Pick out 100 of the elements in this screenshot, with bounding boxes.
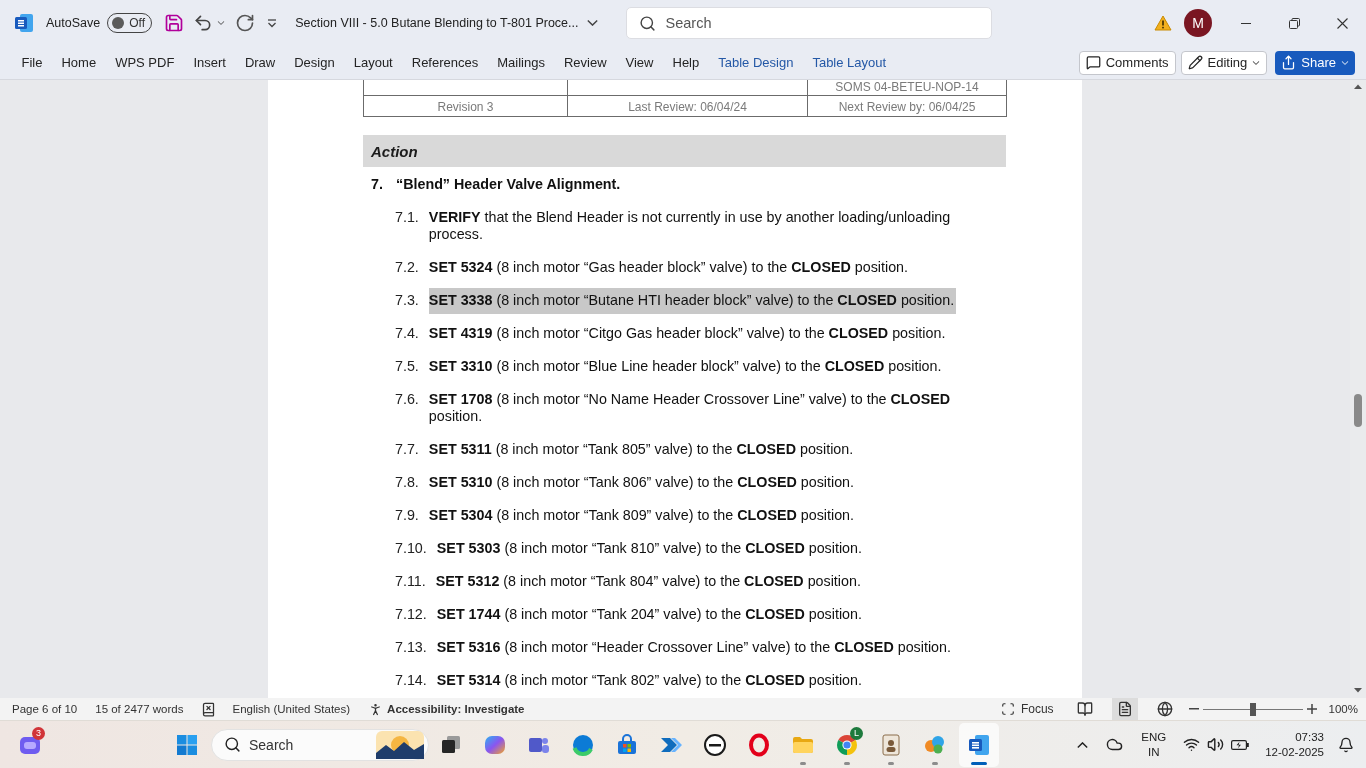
step-text: VERIFY that the Blend Header is not currently in use by another loading/unloading process.	[428, 208, 952, 244]
scroll-up-icon[interactable]	[1353, 83, 1363, 90]
ribbon-tab[interactable]: WPS PDF	[105, 46, 184, 79]
comments-button[interactable]: Comments	[1078, 50, 1176, 75]
step-text: SET 3310 (8 inch motor “Blue Line header block” valve) to the CLOSED position.	[428, 357, 943, 376]
step-number: 7.3.	[395, 292, 419, 309]
editing-button[interactable]: Editing	[1180, 50, 1268, 75]
step-number: 7.10.	[395, 540, 427, 557]
taskbar-search-field[interactable]: Search	[211, 728, 429, 761]
minimize-icon	[1241, 22, 1251, 24]
ribbon-tab[interactable]: References	[402, 46, 488, 79]
step-number: 7.12.	[395, 606, 427, 623]
scroll-down-icon[interactable]	[1353, 687, 1363, 694]
ribbon-tab[interactable]: File	[12, 46, 52, 79]
close-icon	[1336, 17, 1348, 29]
page-count[interactable]: Page 6 of 10	[12, 703, 78, 715]
caret-icon	[1341, 60, 1349, 65]
step-text: SET 5314 (8 inch motor “Tank 802” valve) to the CLOSED position.	[436, 671, 863, 690]
ribbon-tab[interactable]: Table Layout	[802, 46, 896, 79]
share-icon	[1281, 55, 1297, 70]
language-label[interactable]: English (United States)	[232, 703, 351, 715]
table-cell-text: Revision 3	[437, 100, 494, 114]
step-number: 7.5.	[395, 358, 419, 375]
ribbon-tab[interactable]: Help	[663, 46, 709, 79]
focus-button[interactable]: Focus	[995, 698, 1059, 720]
ribbon-tab[interactable]: Design	[284, 46, 345, 79]
read-mode-icon	[1076, 701, 1093, 717]
step-number: 7.	[371, 176, 384, 193]
step-number: 7.11.	[395, 573, 426, 590]
document-app-icon	[14, 13, 34, 33]
ribbon-tab[interactable]: Layout	[344, 46, 403, 79]
table-cell-text: Next Review by: 06/04/25	[838, 100, 976, 114]
switch-knob-icon	[112, 17, 125, 29]
search-icon	[224, 736, 241, 753]
word-count[interactable]: 15 of 2477 words	[95, 703, 184, 715]
document-title[interactable]: Section VIII - 5.0 Butane Blending to T-801 Proce...	[295, 16, 579, 30]
input-language[interactable]: ENG IN	[1141, 729, 1167, 760]
comment-icon	[1085, 55, 1101, 70]
wifi-icon	[1183, 736, 1201, 753]
ribbon-tab[interactable]: Review	[554, 46, 617, 79]
autosave-label: AutoSave	[46, 16, 101, 30]
ribbon-tab[interactable]: View	[616, 46, 663, 79]
battery-icon	[1231, 739, 1250, 750]
wifi-button[interactable]	[1183, 736, 1201, 753]
step-text: SET 5304 (8 inch motor “Tank 809” valve) to the CLOSED position.	[428, 506, 855, 525]
scroll-thumb[interactable]	[1354, 394, 1362, 427]
proofing-icon[interactable]	[201, 701, 217, 717]
table-cell-text: Last Review: 06/04/24	[628, 100, 747, 114]
notifications-button[interactable]	[1338, 736, 1354, 753]
battery-button[interactable]	[1231, 739, 1250, 750]
step-text: SET 5311 (8 inch motor “Tank 805” valve) to the CLOSED position.	[428, 440, 855, 459]
step-text: SET 5316 (8 inch motor “Header Crossover Line” valve) to the CLOSED position.	[436, 638, 952, 657]
taskbar-app-button[interactable]: L	[827, 722, 867, 767]
table-cell-text: SOMS 04-BETEU-NOP-14	[835, 80, 979, 94]
caret-with-line-icon	[267, 18, 278, 28]
start-icon	[175, 732, 199, 757]
step-number: 7.2.	[395, 259, 419, 276]
accessibility-status[interactable]: Accessibility: Investigate	[387, 703, 525, 715]
zoom-in-icon[interactable]	[1306, 704, 1317, 714]
chevron-up-icon	[1077, 741, 1089, 748]
ribbon-tab[interactable]: Draw	[235, 46, 285, 79]
share-button[interactable]: Share	[1275, 50, 1355, 75]
section-heading: Action	[371, 142, 418, 160]
profile-badge: L	[850, 726, 863, 740]
circle-logo-icon	[703, 732, 727, 757]
warning-icon[interactable]	[1154, 15, 1172, 31]
caret-icon	[217, 21, 226, 25]
volume-button[interactable]	[1207, 736, 1225, 753]
step-number: 7.7.	[395, 441, 419, 458]
focus-icon	[1000, 702, 1015, 716]
landscape-icon	[376, 730, 424, 759]
step-text: SET 5303 (8 inch motor “Tank 810” valve) to the CLOSED position.	[436, 539, 863, 558]
search-field[interactable]: Search	[625, 7, 992, 39]
taskbar-app-button[interactable]	[959, 722, 999, 767]
cloud-icon	[1106, 736, 1124, 753]
step-number: 7.1.	[395, 209, 419, 227]
volume-icon	[1207, 736, 1225, 753]
save-icon	[164, 13, 185, 33]
step-number: 7.6.	[395, 391, 419, 409]
ribbon-tab[interactable]: Mailings	[487, 46, 555, 79]
show-hidden-icons-button[interactable]	[1077, 741, 1089, 748]
notifications-icon	[1338, 736, 1354, 753]
step-number: 7.4.	[395, 325, 419, 342]
step-text: SET 1744 (8 inch motor “Tank 204” valve) to the CLOSED position.	[436, 605, 863, 624]
step-text: SET 5312 (8 inch motor “Tank 804” valve) to the CLOSED position.	[435, 572, 862, 591]
redo-icon	[235, 13, 256, 33]
clock[interactable]: 07:33 12-02-2025	[1265, 729, 1324, 760]
step-text: SET 3338 (8 inch motor “Butane HTI header block” valve) to the CLOSED position.	[428, 288, 957, 314]
zoom-slider-thumb[interactable]	[1249, 702, 1256, 716]
user-avatar[interactable]: M	[1184, 9, 1212, 37]
ribbon-tab[interactable]: Home	[51, 46, 106, 79]
ribbon-tab[interactable]: Table Design	[708, 46, 803, 79]
taskbar-app-button[interactable]: 3	[10, 722, 50, 767]
ribbon-tab[interactable]: Insert	[183, 46, 236, 79]
notification-badge: 3	[32, 726, 45, 740]
web-layout-icon	[1156, 701, 1173, 717]
print-layout-button[interactable]	[1111, 698, 1138, 720]
zoom-percentage[interactable]: 100%	[1328, 703, 1358, 715]
step-number: 7.14.	[395, 672, 427, 689]
cloud-button[interactable]	[1106, 736, 1124, 753]
